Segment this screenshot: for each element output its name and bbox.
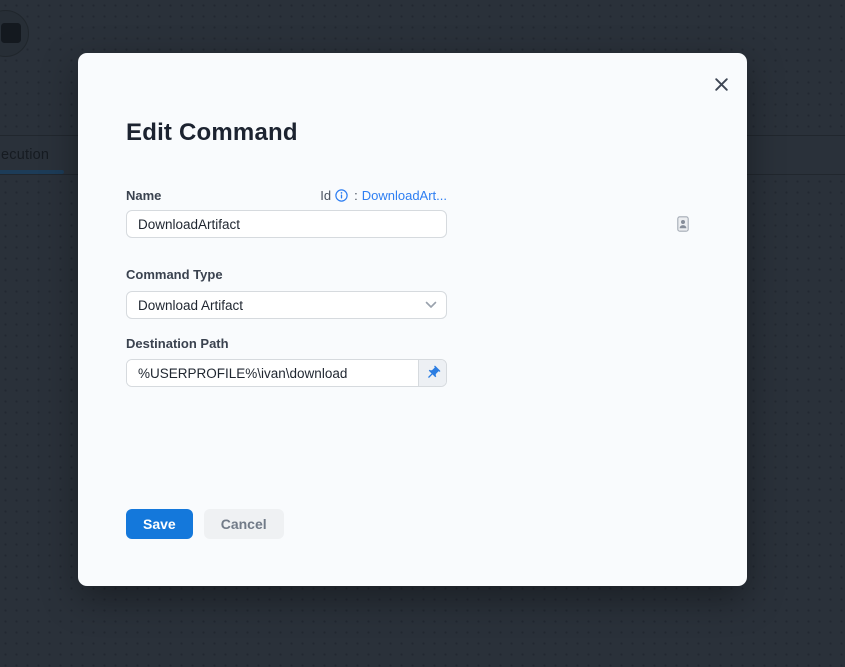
stop-icon — [1, 23, 21, 43]
name-label-row: Name Id : DownloadArt... — [126, 188, 447, 203]
destination-path-group — [126, 359, 447, 387]
chevron-down-icon — [425, 301, 437, 309]
active-tab-underline — [0, 170, 64, 174]
close-icon — [714, 77, 729, 92]
tab-execution[interactable]: ecution — [1, 136, 49, 174]
cancel-button[interactable]: Cancel — [204, 509, 284, 539]
id-info-row: Id : DownloadArt... — [320, 188, 447, 203]
app-root: { "background": { "canvas": { "bg_color"… — [0, 0, 845, 667]
pushpin-icon — [425, 365, 441, 381]
name-label: Name — [126, 188, 161, 203]
command-type-value: Download Artifact — [127, 298, 425, 313]
id-separator: : — [354, 188, 358, 203]
name-input[interactable] — [126, 210, 447, 238]
stop-run-button[interactable] — [0, 10, 29, 57]
modal-title: Edit Command — [126, 119, 298, 147]
edit-command-modal: Edit Command Name Id : DownloadArt... Co… — [78, 53, 747, 586]
command-type-label-row: Command Type — [126, 267, 447, 282]
pin-path-button[interactable] — [418, 360, 446, 386]
destination-path-label: Destination Path — [126, 336, 229, 351]
id-value-link[interactable]: DownloadArt... — [362, 188, 447, 203]
destination-path-label-row: Destination Path — [126, 336, 447, 351]
destination-path-input[interactable] — [127, 360, 418, 386]
save-button[interactable]: Save — [126, 509, 193, 539]
close-button[interactable] — [711, 74, 731, 94]
info-icon[interactable] — [335, 189, 348, 202]
command-type-label: Command Type — [126, 267, 223, 282]
modal-footer: Save Cancel — [126, 509, 284, 539]
id-label: Id — [320, 188, 331, 203]
autofill-contact-icon — [677, 216, 689, 237]
command-type-select[interactable]: Download Artifact — [126, 291, 447, 319]
